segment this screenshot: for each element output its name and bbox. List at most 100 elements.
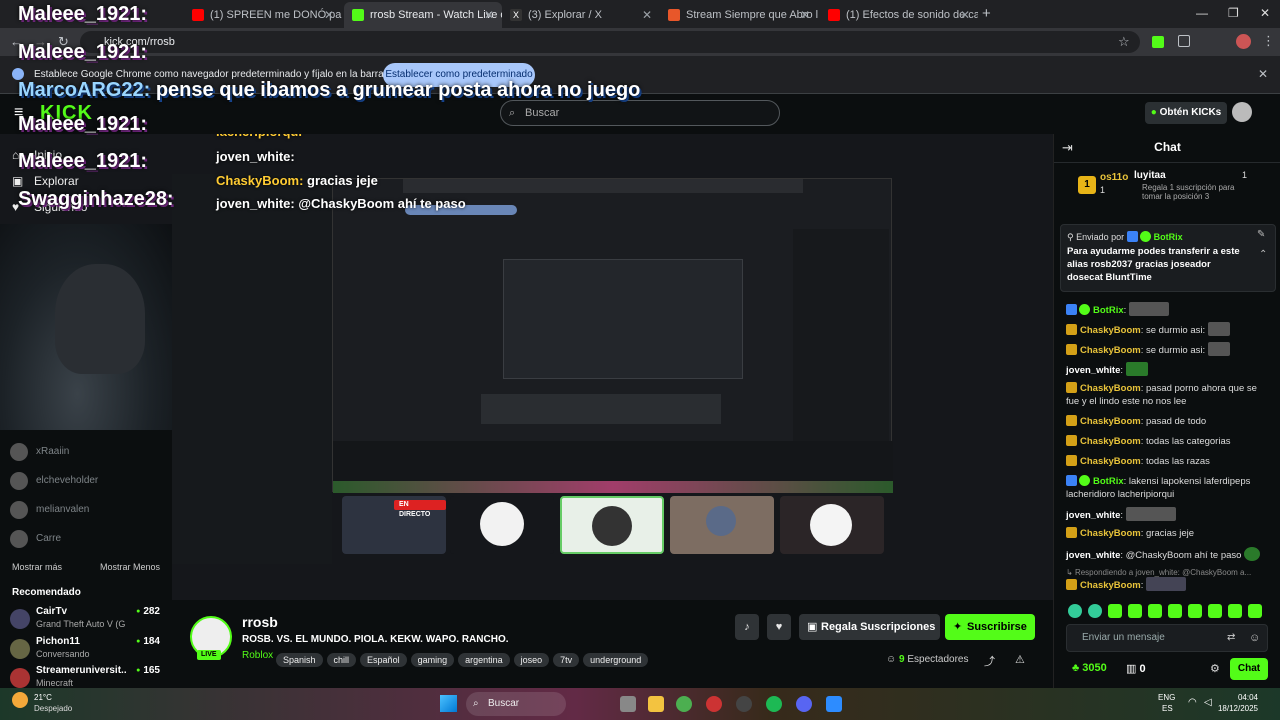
follow-heart-button[interactable]: ♥ — [767, 614, 791, 640]
following-item[interactable]: melianvalen — [10, 499, 162, 521]
chat-username[interactable]: ChaskyBoom — [1080, 528, 1141, 539]
show-more-link[interactable]: Mostrar más — [12, 562, 62, 572]
tab-stream-siempre[interactable]: Stream Siempre que Abro la Bo✕ — [660, 2, 818, 28]
spotify-icon[interactable] — [766, 696, 782, 712]
chat-username[interactable]: joven_white — [1066, 510, 1120, 521]
infobar-close-icon[interactable]: ✕ — [1258, 67, 1268, 81]
share-icon[interactable]: ⤴ — [984, 653, 995, 669]
tag[interactable]: gaming — [410, 653, 455, 667]
chat-username[interactable]: ChaskyBoom — [1080, 325, 1141, 336]
wifi-icon[interactable]: ◠ — [1188, 697, 1197, 708]
emote-icon[interactable] — [1128, 604, 1142, 618]
following-item[interactable]: Carre — [10, 528, 162, 550]
discord-icon[interactable] — [796, 696, 812, 712]
recommended-item[interactable]: CairTv Grand Theft Auto V (G... 282 — [10, 605, 162, 631]
tab-rrosb[interactable]: rrosb Stream - Watch Live on K✕ — [344, 2, 502, 28]
following-item[interactable]: elcheveholder — [10, 470, 162, 492]
extension-icon[interactable] — [1152, 36, 1164, 48]
gift-subs-button[interactable]: ▣ Regala Suscripciones — [799, 614, 940, 640]
viewer-count: 184 — [136, 636, 160, 647]
close-icon[interactable]: ✕ — [324, 2, 334, 28]
emote-icon[interactable] — [1208, 604, 1222, 618]
taskbar-search[interactable]: ⌕ Buscar — [466, 692, 566, 716]
emote-icon[interactable] — [1168, 604, 1182, 618]
chat-username[interactable]: joven_white — [1066, 365, 1120, 376]
url-field[interactable]: kick.com/rrosb — [80, 31, 1140, 53]
keyboard-layout[interactable]: ES — [1162, 704, 1173, 713]
tag[interactable]: chill — [326, 653, 357, 667]
emoji-icon[interactable]: ☺ — [1249, 625, 1260, 651]
windows-start-icon[interactable] — [440, 695, 457, 712]
chat-username[interactable]: ChaskyBoom — [1080, 456, 1141, 467]
menu-kebab-icon[interactable]: ⋮ — [1262, 33, 1275, 49]
emote-icon[interactable] — [1228, 604, 1242, 618]
channel-name[interactable]: rrosb — [242, 614, 278, 630]
tag[interactable]: Español — [360, 653, 407, 667]
emote-icon[interactable] — [1148, 604, 1162, 618]
close-icon[interactable]: ✕ — [960, 2, 970, 28]
show-less-link[interactable]: Mostrar Menos — [100, 562, 160, 572]
profile-avatar[interactable] — [1236, 34, 1251, 49]
following-item[interactable]: xRaaiin — [10, 441, 162, 463]
subscribe-button[interactable]: ✦ Suscribirse — [945, 614, 1035, 640]
task-view-icon[interactable] — [620, 696, 636, 712]
store-counter[interactable]: ▥ 0 — [1126, 662, 1146, 675]
app-icon[interactable] — [706, 696, 722, 712]
clock-time[interactable]: 04:04 — [1222, 693, 1258, 702]
tag[interactable]: joseo — [513, 653, 550, 667]
chat-username[interactable]: BotRix — [1093, 305, 1124, 316]
new-tab-button[interactable]: + — [982, 5, 991, 22]
stream-category-link[interactable]: Roblox — [242, 650, 273, 661]
settings-gear-icon[interactable]: ⚙ — [1210, 662, 1220, 675]
language-code[interactable]: ENG — [1158, 693, 1175, 702]
tag[interactable]: argentina — [458, 653, 510, 667]
chat-username[interactable]: joven_white — [1066, 550, 1120, 561]
chat-username[interactable]: ChaskyBoom — [1080, 416, 1141, 427]
minimize-button[interactable]: — — [1196, 6, 1208, 20]
translate-icon[interactable]: ⇄ — [1227, 625, 1235, 651]
close-window-button[interactable]: ✕ — [1260, 6, 1270, 20]
chat-username[interactable]: ChaskyBoom — [1080, 436, 1141, 447]
tag[interactable]: Spanish — [276, 653, 323, 667]
report-warning-icon[interactable]: ⚠ — [1015, 653, 1025, 666]
emote-icon[interactable] — [1108, 604, 1122, 618]
file-explorer-icon[interactable] — [648, 696, 664, 712]
recommended-item[interactable]: Pichon11 Conversando 184 — [10, 635, 162, 661]
tag[interactable]: 7tv — [553, 653, 580, 667]
recommended-item[interactable]: Streameruniversit... Minecraft 165 — [10, 664, 162, 690]
clock-date[interactable]: 18/12/2025 — [1214, 704, 1258, 713]
thumbnail-live: EN DIRECTO — [342, 496, 446, 554]
extensions-puzzle-icon[interactable] — [1178, 35, 1190, 47]
emote-icon[interactable] — [1068, 604, 1082, 618]
close-icon[interactable]: ✕ — [642, 2, 652, 28]
close-icon[interactable]: ✕ — [484, 2, 494, 28]
weather-icon[interactable] — [12, 692, 28, 708]
close-icon[interactable]: ✕ — [800, 2, 810, 28]
tab-spreen[interactable]: (1) SPREEN me DONÓ para que✕ — [184, 2, 342, 28]
user-avatar[interactable] — [1232, 102, 1252, 122]
emote-icon[interactable] — [1248, 604, 1262, 618]
get-kicks-button[interactable]: ● Obtén KICKs — [1145, 102, 1227, 124]
chrome-icon[interactable] — [676, 696, 692, 712]
chat-username[interactable]: ChaskyBoom — [1080, 383, 1141, 394]
chat-username[interactable]: BotRix — [1093, 476, 1124, 487]
emote-icon[interactable] — [1088, 604, 1102, 618]
chat-username[interactable]: ChaskyBoom — [1080, 580, 1141, 591]
emote-icon[interactable] — [1188, 604, 1202, 618]
chevron-up-icon[interactable]: ⌃ — [1259, 249, 1267, 260]
unpin-icon[interactable]: ✎ — [1257, 229, 1265, 240]
chat-username[interactable]: ChaskyBoom — [1080, 345, 1141, 356]
chat-input[interactable]: Enviar un mensaje ⇄ ☺ — [1066, 624, 1268, 652]
search-input[interactable]: ⌕ Buscar — [500, 100, 780, 126]
app-icon[interactable] — [826, 696, 842, 712]
tab-x[interactable]: X (3) Explorar / X ✕ — [502, 2, 660, 28]
send-chat-button[interactable]: Chat — [1230, 658, 1268, 680]
maximize-button[interactable]: ❐ — [1228, 6, 1239, 20]
tab-efectos[interactable]: (1) Efectos de sonido de caricat✕ — [820, 2, 978, 28]
tag[interactable]: underground — [583, 653, 649, 667]
bookmark-star-icon[interactable]: ☆ — [1118, 34, 1130, 50]
obs-icon[interactable] — [736, 696, 752, 712]
notification-bell-button[interactable]: ♪ — [735, 614, 759, 640]
points-counter[interactable]: ♣ 3050 — [1072, 662, 1107, 674]
volume-icon[interactable]: ◁ — [1204, 697, 1212, 708]
